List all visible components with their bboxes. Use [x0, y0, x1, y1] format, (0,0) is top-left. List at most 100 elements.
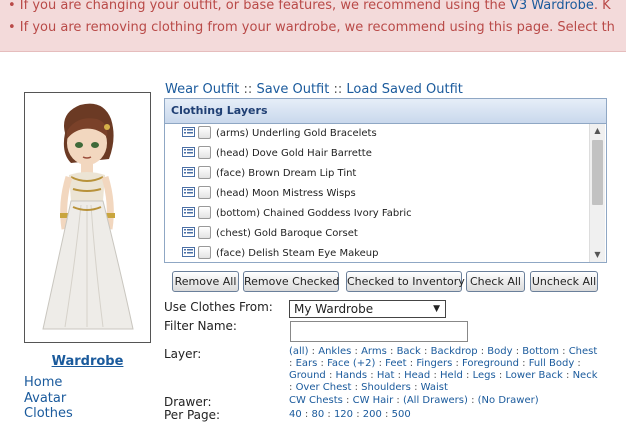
layer-filter-link[interactable]: Arms	[361, 346, 387, 357]
load-saved-outfit-link[interactable]: Load Saved Outfit	[346, 82, 462, 97]
edit-layer-icon[interactable]	[182, 207, 195, 217]
filter-name-input[interactable]	[290, 321, 468, 342]
layer-label: (bottom) Chained Goddess Ivory Fabric	[216, 208, 412, 219]
check-all-button[interactable]: Check All	[466, 271, 525, 292]
edit-layer-icon[interactable]	[182, 147, 195, 157]
layer-filter-link[interactable]: Back	[397, 346, 421, 357]
dropdown-arrow-icon: ▼	[433, 304, 440, 314]
per-page-option-link[interactable]: 40	[289, 409, 302, 420]
layer-row[interactable]: (arms) Underling Gold Bracelets	[182, 124, 377, 144]
layer-checkbox[interactable]	[198, 205, 211, 219]
per-page-option-link[interactable]: 200	[363, 409, 382, 420]
layer-filter-link[interactable]: Legs	[473, 370, 496, 381]
drawer-filter-link[interactable]: (All Drawers)	[403, 395, 468, 406]
filter-separator: :	[301, 409, 312, 420]
layer-filter-link[interactable]: Ankles	[318, 346, 351, 357]
layer-filter-link[interactable]: Body	[487, 346, 512, 357]
layer-filter-link[interactable]: Over Chest	[296, 382, 352, 393]
layer-filter-link[interactable]: Neck	[573, 370, 598, 381]
edit-layer-icon[interactable]	[182, 227, 195, 237]
notice-banner: • If you are changing your outfit, or ba…	[0, 0, 626, 52]
layer-filter-link[interactable]: Held	[440, 370, 463, 381]
layer-row[interactable]: (face) Delish Steam Eye Makeup	[182, 244, 378, 262]
layer-row[interactable]: (bottom) Chained Goddess Ivory Fabric	[182, 204, 412, 224]
layer-label: (face) Brown Dream Lip Tint	[216, 168, 357, 179]
layer-filter-link[interactable]: Waist	[421, 382, 448, 393]
per-page-label: Per Page:	[164, 408, 221, 422]
filter-separator: :	[353, 409, 363, 420]
layer-filter-link[interactable]: Lower Back	[505, 370, 562, 381]
wear-outfit-link[interactable]: Wear Outfit	[165, 82, 239, 97]
layer-label: (chest) Gold Baroque Corset	[216, 228, 358, 239]
layers-scrollbar[interactable]: ▲ ▼	[589, 124, 605, 262]
use-clothes-from-label: Use Clothes From:	[164, 300, 273, 314]
layer-filter-link[interactable]: Chest	[569, 346, 598, 357]
layer-checkbox[interactable]	[198, 185, 211, 199]
layer-row[interactable]: (head) Dove Gold Hair Barrette	[182, 144, 372, 164]
filter-separator: :	[317, 358, 328, 369]
layer-label: Layer:	[164, 347, 202, 361]
wardrobe-title[interactable]: Wardrobe	[24, 354, 151, 369]
v3-wardrobe-link[interactable]: V3 Wardrobe	[510, 0, 594, 13]
layer-checkbox[interactable]	[198, 165, 211, 179]
filter-separator: :	[420, 346, 431, 357]
use-clothes-from-select[interactable]: My Wardrobe ▼	[289, 300, 446, 318]
clothing-layers-list[interactable]: (arms) Underling Gold Bracelets (head) D…	[165, 124, 589, 262]
layer-filter-link[interactable]: Ears	[296, 358, 318, 369]
edit-layer-icon[interactable]	[182, 247, 195, 257]
filter-separator: :	[495, 370, 506, 381]
layer-filter-link[interactable]: Shoulders	[361, 382, 411, 393]
filter-separator: :	[410, 382, 421, 393]
scroll-up-arrow-icon[interactable]: ▲	[590, 124, 605, 138]
layer-filter-link[interactable]: (all)	[289, 346, 309, 357]
layer-row[interactable]: (chest) Gold Baroque Corset	[182, 224, 358, 244]
layer-filter-link[interactable]: Full Body	[529, 358, 575, 369]
outfit-links: Wear Outfit :: Save Outfit :: Load Saved…	[165, 82, 463, 97]
filter-separator: :	[324, 409, 334, 420]
filter-separator: :	[375, 358, 386, 369]
drawer-filter-link[interactable]: (No Drawer)	[478, 395, 539, 406]
layer-filter-link[interactable]: Bottom	[522, 346, 559, 357]
drawer-filter-link[interactable]: CW Chests	[289, 395, 343, 406]
layer-filter-link[interactable]: Ground	[289, 370, 326, 381]
layer-checkbox[interactable]	[198, 145, 211, 159]
filter-separator: :	[325, 370, 336, 381]
per-page-option-link[interactable]: 120	[334, 409, 353, 420]
drawer-filter-link[interactable]: CW Hair	[353, 395, 394, 406]
layer-checkbox[interactable]	[198, 245, 211, 259]
layer-row[interactable]: (face) Brown Dream Lip Tint	[182, 164, 356, 184]
edit-layer-icon[interactable]	[182, 167, 195, 177]
layer-checkbox[interactable]	[198, 125, 211, 139]
filter-separator: :	[351, 346, 362, 357]
sidebar-link-clothes[interactable]: Clothes	[24, 406, 73, 421]
remove-all-button[interactable]: Remove All	[172, 271, 239, 292]
save-outfit-link[interactable]: Save Outfit	[256, 82, 329, 97]
scroll-down-arrow-icon[interactable]: ▼	[590, 248, 605, 262]
layer-filter-link[interactable]: Hat	[377, 370, 395, 381]
remove-checked-button[interactable]: Remove Checked	[243, 271, 339, 292]
layer-filter-links: (all) : Ankles : Arms : Back : Backdrop …	[289, 346, 601, 394]
layer-filter-link[interactable]: Foreground	[462, 358, 519, 369]
scroll-thumb[interactable]	[592, 140, 603, 205]
per-page-option-link[interactable]: 500	[392, 409, 411, 420]
sidebar-link-home[interactable]: Home	[24, 375, 62, 390]
layer-filter-link[interactable]: Backdrop	[431, 346, 478, 357]
layer-checkbox[interactable]	[198, 225, 211, 239]
notice-line-1: • If you are changing your outfit, or ba…	[8, 0, 611, 13]
layer-filter-link[interactable]: Hands	[336, 370, 368, 381]
per-page-option-link[interactable]: 80	[311, 409, 324, 420]
layer-filter-link[interactable]: Face (+2)	[327, 358, 375, 369]
filter-separator: :	[406, 358, 417, 369]
clothing-layers-header: Clothing Layers	[165, 99, 606, 124]
uncheck-all-button[interactable]: Uncheck All	[530, 271, 598, 292]
layer-label: (head) Dove Gold Hair Barrette	[216, 148, 372, 159]
layer-row[interactable]: (head) Moon Mistress Wisps	[182, 184, 356, 204]
edit-layer-icon[interactable]	[182, 187, 195, 197]
edit-layer-icon[interactable]	[182, 127, 195, 137]
layer-filter-link[interactable]: Head	[404, 370, 430, 381]
checked-to-inventory-button[interactable]: Checked to Inventory	[346, 271, 465, 292]
sidebar-link-avatar[interactable]: Avatar	[24, 391, 66, 406]
layer-filter-link[interactable]: Fingers	[416, 358, 452, 369]
layer-filter-link[interactable]: Feet	[385, 358, 406, 369]
avatar-preview	[24, 92, 151, 343]
